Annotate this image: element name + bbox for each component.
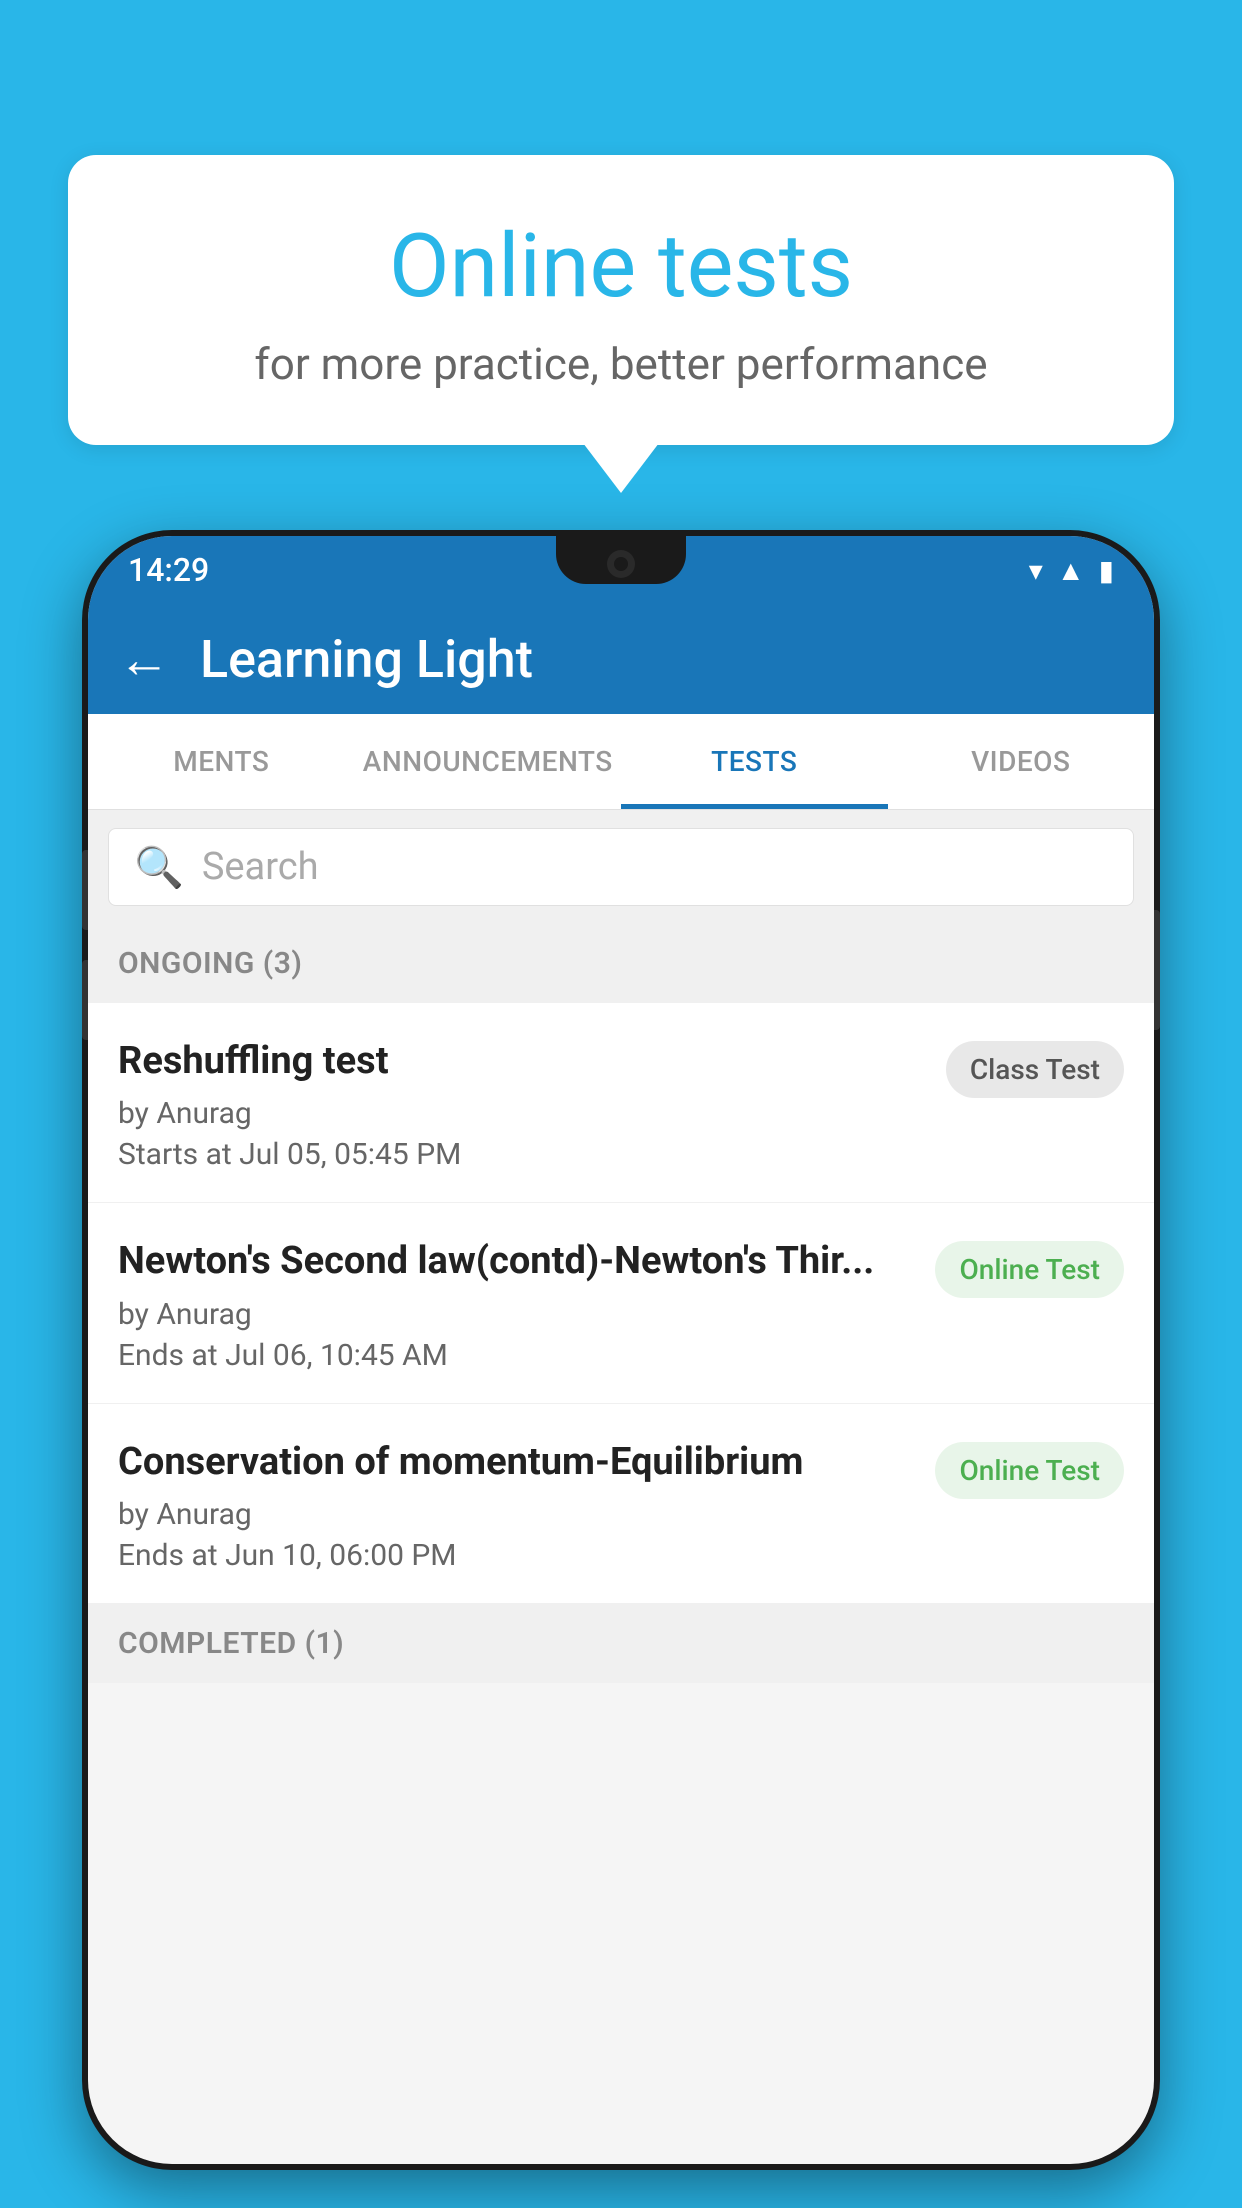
wifi-icon: ▾ (1029, 554, 1043, 587)
battery-icon: ▮ (1099, 554, 1114, 587)
ongoing-section-header: ONGOING (3) (88, 924, 1154, 1003)
tab-tests[interactable]: TESTS (621, 714, 888, 809)
test-info-1: Reshuffling test by Anurag Starts at Jul… (118, 1037, 926, 1172)
test-item-1[interactable]: Reshuffling test by Anurag Starts at Jul… (88, 1003, 1154, 1203)
search-placeholder: Search (202, 845, 319, 889)
bubble-subtitle: for more practice, better performance (118, 338, 1124, 390)
test-info-2: Newton's Second law(contd)-Newton's Thir… (118, 1237, 915, 1372)
search-icon: 🔍 (134, 844, 184, 891)
test-item-3[interactable]: Conservation of momentum-Equilibrium by … (88, 1404, 1154, 1604)
test-time-3: Ends at Jun 10, 06:00 PM (118, 1538, 915, 1573)
tabs-bar: MENTS ANNOUNCEMENTS TESTS VIDEOS (88, 714, 1154, 810)
test-badge-1: Class Test (946, 1041, 1124, 1098)
test-author-1: by Anurag (118, 1096, 926, 1131)
completed-section-header: COMPLETED (1) (88, 1604, 1154, 1683)
test-list: Reshuffling test by Anurag Starts at Jul… (88, 1003, 1154, 1604)
status-time: 14:29 (128, 551, 209, 589)
test-badge-2: Online Test (935, 1241, 1124, 1298)
test-item-2[interactable]: Newton's Second law(contd)-Newton's Thir… (88, 1203, 1154, 1403)
camera-lens (614, 557, 628, 571)
back-button[interactable]: ← (118, 629, 170, 690)
status-bar: 14:29 ▾ ▲ ▮ (88, 536, 1154, 604)
ongoing-label: ONGOING (3) (118, 946, 302, 981)
test-info-3: Conservation of momentum-Equilibrium by … (118, 1438, 915, 1573)
app-bar: ← Learning Light (88, 604, 1154, 714)
tab-announcements[interactable]: ANNOUNCEMENTS (355, 714, 622, 809)
tab-ments[interactable]: MENTS (88, 714, 355, 809)
completed-label: COMPLETED (1) (118, 1626, 344, 1661)
tab-videos[interactable]: VIDEOS (888, 714, 1155, 809)
phone-screen: 14:29 ▾ ▲ ▮ ← Learning Light MENTS ANNOU… (88, 536, 1154, 2164)
notch (556, 536, 686, 584)
app-title: Learning Light (200, 629, 533, 690)
search-bar[interactable]: 🔍 Search (108, 828, 1134, 906)
status-icons: ▾ ▲ ▮ (1029, 554, 1114, 587)
test-author-3: by Anurag (118, 1497, 915, 1532)
bubble-title: Online tests (118, 215, 1124, 318)
test-title-1: Reshuffling test (118, 1037, 926, 1086)
speech-bubble: Online tests for more practice, better p… (68, 155, 1174, 445)
test-title-3: Conservation of momentum-Equilibrium (118, 1438, 915, 1487)
phone-frame: 14:29 ▾ ▲ ▮ ← Learning Light MENTS ANNOU… (82, 530, 1160, 2170)
search-container: 🔍 Search (88, 810, 1154, 924)
test-time-1: Starts at Jul 05, 05:45 PM (118, 1137, 926, 1172)
signal-icon: ▲ (1057, 554, 1085, 587)
camera (607, 550, 635, 578)
test-author-2: by Anurag (118, 1297, 915, 1332)
test-title-2: Newton's Second law(contd)-Newton's Thir… (118, 1237, 915, 1286)
test-badge-3: Online Test (935, 1442, 1124, 1499)
test-time-2: Ends at Jul 06, 10:45 AM (118, 1338, 915, 1373)
